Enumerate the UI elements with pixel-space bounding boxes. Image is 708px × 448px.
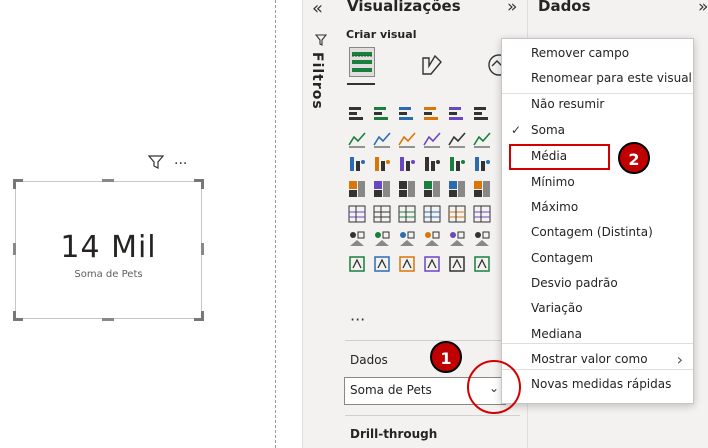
resize-handle-bottom-left[interactable]	[13, 311, 23, 321]
power-apps-icon[interactable]	[372, 254, 392, 274]
menu-item-mediana[interactable]: Mediana	[531, 327, 582, 341]
card-label: Soma de Pets	[74, 269, 143, 280]
more-visuals-button[interactable]: ···	[350, 310, 365, 329]
data-section-label: Dados	[350, 353, 388, 367]
resize-handle-left[interactable]	[13, 243, 16, 255]
slicer-icon[interactable]	[397, 204, 417, 224]
menu-separator	[502, 93, 693, 94]
power-automate-icon[interactable]	[397, 254, 417, 274]
build-visual-tab[interactable]	[347, 45, 375, 85]
menu-item-novas-medidas-rapidas[interactable]: Novas medidas rápidas	[531, 377, 671, 391]
key-influencers-icon[interactable]	[372, 229, 392, 249]
format-visual-icon[interactable]	[419, 52, 445, 82]
visual-header-toolbar: ···	[147, 154, 187, 174]
menu-item-soma[interactable]: Soma	[531, 123, 565, 137]
menu-item-contagem-distinta[interactable]: Contagem (Distinta)	[531, 225, 653, 239]
field-context-menu: Remover campo Renomear para este visual Nã…	[501, 38, 694, 404]
section-divider	[345, 340, 520, 341]
card-visual[interactable]: 14 Mil Soma de Pets	[13, 179, 204, 321]
filled-map-icon[interactable]	[397, 179, 417, 199]
highlight-box-media	[509, 144, 610, 170]
step-badge-2: 2	[618, 142, 650, 174]
r-visual-icon[interactable]	[472, 204, 492, 224]
ribbon-chart-icon[interactable]	[472, 129, 492, 149]
line-chart-icon[interactable]	[347, 129, 367, 149]
visual-type-gallery	[347, 104, 494, 276]
matrix-icon[interactable]	[447, 204, 467, 224]
section-divider	[345, 415, 520, 416]
menu-item-variacao[interactable]: Variação	[531, 301, 583, 315]
highlight-ring-dropdown	[467, 360, 521, 414]
kpi-icon[interactable]	[372, 204, 392, 224]
diamond-icon[interactable]	[422, 254, 442, 274]
filters-pane-label[interactable]: Filtros	[309, 52, 325, 110]
filter-icon	[314, 31, 328, 50]
stacked-area-chart-icon[interactable]	[397, 129, 417, 149]
collapse-visualizations-icon[interactable]: »	[507, 0, 517, 17]
100-stacked-bar-chart-icon[interactable]	[447, 104, 467, 124]
pie-chart-icon[interactable]	[447, 154, 467, 174]
field-well-value-text: Soma de Pets	[350, 383, 432, 397]
treemap-icon[interactable]	[347, 179, 367, 199]
multirow-card-icon[interactable]	[347, 204, 367, 224]
qa-icon[interactable]	[422, 229, 442, 249]
step-badge-1: 1	[430, 341, 462, 373]
resize-handle-bottom-right[interactable]	[194, 311, 204, 321]
menu-item-nao-resumir[interactable]: Não resumir	[531, 97, 604, 111]
stacked-bar-chart-icon[interactable]	[347, 104, 367, 124]
python-visual-icon[interactable]	[347, 229, 367, 249]
stacked-column-chart-icon[interactable]	[372, 104, 392, 124]
filters-pane[interactable]: « Filtros	[302, 0, 337, 448]
resize-handle-top-left[interactable]	[13, 179, 23, 189]
line-stacked-column-icon[interactable]	[422, 129, 442, 149]
clustered-column-chart-icon[interactable]	[422, 104, 442, 124]
clustered-bar-chart-icon[interactable]	[397, 104, 417, 124]
scorecard-icon[interactable]	[447, 254, 467, 274]
build-visual-label: Criar visual	[346, 28, 417, 41]
paginated-report-icon[interactable]	[472, 229, 492, 249]
menu-item-maximo[interactable]: Máximo	[531, 200, 578, 214]
resize-handle-top[interactable]	[102, 179, 114, 182]
collapse-filters-icon[interactable]: «	[312, 0, 323, 19]
menu-item-contagem[interactable]: Contagem	[531, 251, 593, 265]
donut-chart-icon[interactable]	[472, 154, 492, 174]
resize-handle-right[interactable]	[201, 243, 204, 255]
menu-item-desvio-padrao[interactable]: Desvio padrão	[531, 276, 618, 290]
data-pane-title: Dados	[538, 0, 591, 15]
menu-separator	[502, 369, 693, 370]
gauge-icon[interactable]	[447, 179, 467, 199]
menu-item-renomear-para-este-visual[interactable]: Renomear para este visual	[531, 71, 692, 85]
card-icon[interactable]	[472, 179, 492, 199]
table-icon[interactable]	[422, 204, 442, 224]
line-clustered-column-icon[interactable]	[447, 129, 467, 149]
card-value: 14 Mil	[60, 230, 157, 265]
resize-handle-bottom[interactable]	[102, 318, 114, 321]
decomposition-tree-icon[interactable]	[397, 229, 417, 249]
filter-icon[interactable]	[147, 154, 165, 174]
checkmark-icon: ✓	[511, 123, 522, 137]
menu-separator	[502, 343, 693, 344]
build-visual-icon	[349, 47, 375, 77]
menu-item-minimo[interactable]: Mínimo	[531, 175, 575, 189]
menu-item-remover-campo[interactable]: Remover campo	[531, 46, 629, 60]
map-icon[interactable]	[372, 179, 392, 199]
waterfall-chart-icon[interactable]	[347, 154, 367, 174]
arcgis-icon[interactable]	[472, 254, 492, 274]
visualizations-title: Visualizações	[347, 0, 461, 15]
resize-handle-top-right[interactable]	[194, 179, 204, 189]
canvas-margin	[276, 0, 302, 448]
expand-data-pane-icon[interactable]: »	[698, 0, 708, 17]
drillthrough-label: Drill-through	[350, 427, 438, 441]
metrics-icon[interactable]	[347, 254, 367, 274]
chevron-right-icon: ›	[676, 350, 683, 369]
more-options-icon[interactable]: ···	[174, 156, 187, 172]
azure-map-icon[interactable]	[422, 179, 442, 199]
narrative-icon[interactable]	[447, 229, 467, 249]
funnel-icon[interactable]	[397, 154, 417, 174]
area-chart-icon[interactable]	[372, 129, 392, 149]
funnel-chart-icon[interactable]	[372, 154, 392, 174]
menu-item-mostrar-valor-como[interactable]: Mostrar valor como	[531, 352, 648, 366]
scatter-chart-icon[interactable]	[422, 154, 442, 174]
100-stacked-column-chart-icon[interactable]	[472, 104, 492, 124]
